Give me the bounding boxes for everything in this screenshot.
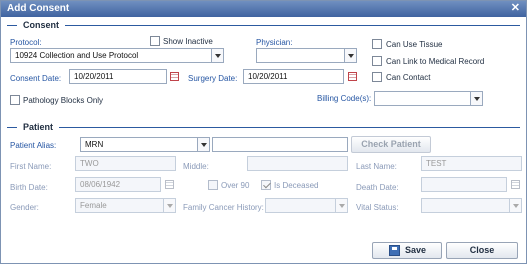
patient-section-title: Patient xyxy=(21,122,56,132)
last-name-input[interactable]: TEST xyxy=(421,156,522,171)
patient-rule-left xyxy=(7,127,17,128)
first-name-input[interactable]: TWO xyxy=(75,156,176,171)
close-button[interactable]: Close xyxy=(446,242,518,259)
consent-date-label: Consent Date: xyxy=(10,74,62,83)
can-link-checkbox[interactable] xyxy=(372,56,382,66)
chevron-down-icon[interactable] xyxy=(470,92,482,105)
dialog-title: Add Consent xyxy=(7,3,70,14)
surgery-date-label: Surgery Date: xyxy=(188,74,238,83)
can-contact-label: Can Contact xyxy=(386,73,431,82)
surgery-date-input[interactable]: 10/20/2011 xyxy=(243,69,344,84)
calendar-icon[interactable] xyxy=(511,180,520,189)
patient-section-header: Patient xyxy=(7,122,520,132)
chevron-down-icon[interactable] xyxy=(509,199,521,212)
patient-rule-right xyxy=(59,127,520,128)
alias-type-value: MRN xyxy=(85,140,104,149)
over-90-checkbox[interactable] xyxy=(208,180,218,190)
protocol-label: Protocol: xyxy=(10,38,42,47)
chevron-down-icon[interactable] xyxy=(197,138,209,151)
patient-alias-input[interactable] xyxy=(212,137,348,152)
vital-status-label: Vital Status: xyxy=(356,203,399,212)
title-bar[interactable]: Add Consent ✕ xyxy=(1,1,526,17)
consent-rule-right xyxy=(65,25,520,26)
physician-select[interactable] xyxy=(256,48,357,63)
can-link-label: Can Link to Medical Record xyxy=(386,57,485,66)
show-inactive-checkbox[interactable] xyxy=(150,36,160,46)
calendar-icon[interactable] xyxy=(348,72,357,81)
billing-codes-select[interactable] xyxy=(374,91,483,106)
save-button[interactable]: Save xyxy=(372,242,442,259)
is-deceased-label: Is Deceased xyxy=(274,181,319,190)
pathology-blocks-checkbox[interactable] xyxy=(10,95,20,105)
billing-codes-label: Billing Code(s): xyxy=(317,94,372,103)
check-patient-button[interactable]: Check Patient xyxy=(351,136,431,153)
birth-date-input[interactable]: 08/06/1942 xyxy=(75,177,161,192)
gender-value: Female xyxy=(80,201,107,210)
close-icon[interactable]: ✕ xyxy=(511,2,520,15)
first-name-label: First Name: xyxy=(10,162,52,171)
middle-label: Middle: xyxy=(183,162,209,171)
calendar-icon[interactable] xyxy=(170,72,179,81)
last-name-label: Last Name: xyxy=(356,162,397,171)
chevron-down-icon[interactable] xyxy=(335,199,347,212)
can-use-tissue-checkbox[interactable] xyxy=(372,39,382,49)
protocol-value: 10924 Collection and Use Protocol xyxy=(15,51,139,60)
is-deceased-checkbox[interactable] xyxy=(261,180,271,190)
can-contact-checkbox[interactable] xyxy=(372,72,382,82)
save-icon xyxy=(389,245,400,256)
death-date-label: Death Date: xyxy=(356,183,399,192)
middle-input[interactable] xyxy=(247,156,348,171)
family-cancer-history-select[interactable] xyxy=(265,198,348,213)
over-90-label: Over 90 xyxy=(221,181,250,190)
family-cancer-history-label: Family Cancer History: xyxy=(183,203,264,212)
save-button-label: Save xyxy=(405,245,427,255)
physician-label: Physician: xyxy=(256,38,293,47)
chevron-down-icon[interactable] xyxy=(211,49,223,62)
chevron-down-icon[interactable] xyxy=(163,199,175,212)
protocol-select[interactable]: 10924 Collection and Use Protocol xyxy=(10,48,224,63)
death-date-input[interactable] xyxy=(421,177,507,192)
alias-type-select[interactable]: MRN xyxy=(80,137,210,152)
gender-label: Gender: xyxy=(10,203,39,212)
birth-date-label: Birth Date: xyxy=(10,183,48,192)
pathology-blocks-label: Pathology Blocks Only xyxy=(23,96,104,105)
calendar-icon[interactable] xyxy=(165,180,174,189)
add-consent-dialog: Add Consent ✕ Consent Protocol: 10924 Co… xyxy=(0,0,527,264)
can-use-tissue-label: Can Use Tissue xyxy=(386,40,443,49)
chevron-down-icon[interactable] xyxy=(344,49,356,62)
gender-select[interactable]: Female xyxy=(75,198,176,213)
consent-section-header: Consent xyxy=(7,20,520,30)
vital-status-select[interactable] xyxy=(421,198,522,213)
show-inactive-label: Show Inactive xyxy=(163,37,213,46)
consent-rule-left xyxy=(7,25,17,26)
patient-alias-label: Patient Alias: xyxy=(10,141,57,150)
consent-section-title: Consent xyxy=(21,20,61,30)
consent-date-input[interactable]: 10/20/2011 xyxy=(69,69,167,84)
